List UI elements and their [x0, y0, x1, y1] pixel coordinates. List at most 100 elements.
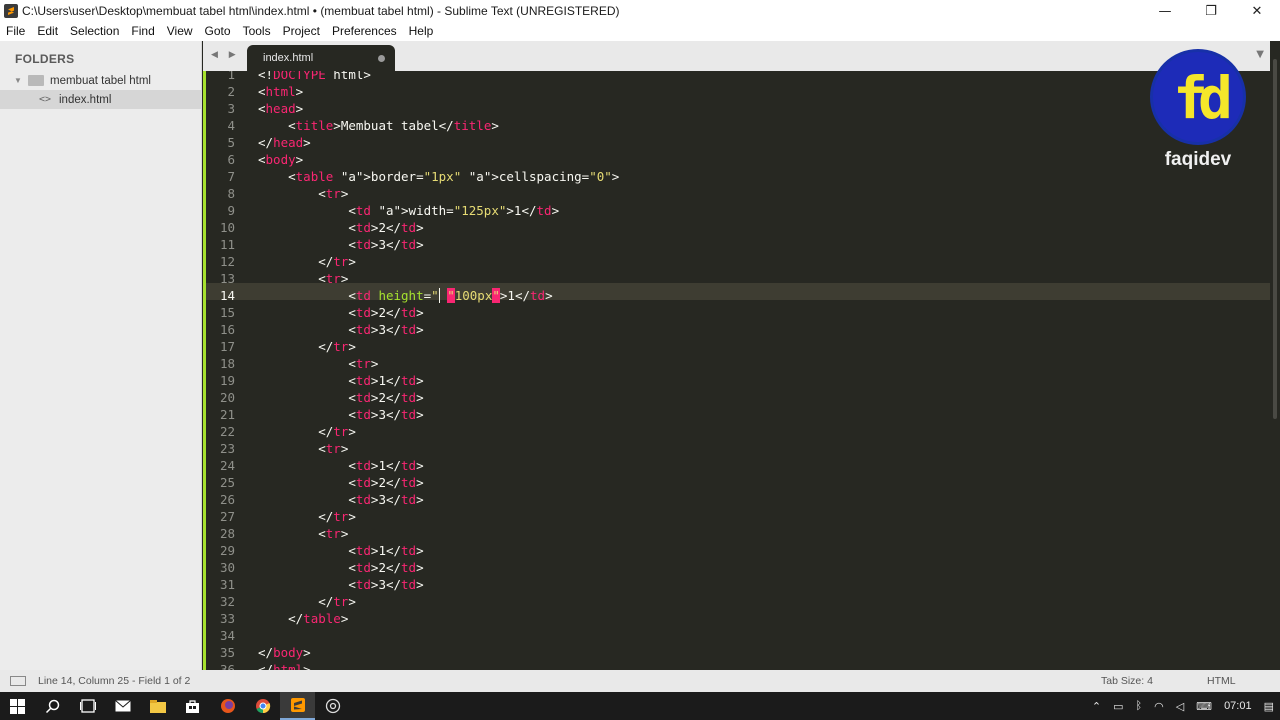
code-line[interactable]: <tr>: [258, 185, 348, 202]
menu-tools[interactable]: Tools: [237, 22, 277, 41]
code-line[interactable]: <body>: [258, 151, 303, 168]
tab-dropdown-icon[interactable]: ▼: [1256, 49, 1264, 60]
code-line[interactable]: <html>: [258, 83, 303, 100]
code-line[interactable]: <td>2</td>: [258, 559, 423, 576]
code-line[interactable]: <head>: [258, 100, 303, 117]
code-line[interactable]: <td>2</td>: [258, 219, 423, 236]
code-line[interactable]: </tr>: [258, 593, 356, 610]
code-line[interactable]: </table>: [258, 610, 348, 627]
line-number: 13: [219, 271, 235, 286]
start-button[interactable]: [0, 692, 35, 720]
sublime-taskbar-icon[interactable]: [280, 692, 315, 720]
close-button[interactable]: ✕: [1234, 0, 1280, 22]
code-line[interactable]: <td>3</td>: [258, 491, 423, 508]
code-line[interactable]: <td>2</td>: [258, 474, 423, 491]
store-icon[interactable]: [175, 692, 210, 720]
line-number: 32: [219, 594, 235, 609]
tab-bar: ◀ ▶ index.html ▼: [203, 41, 1270, 71]
keyboard-icon[interactable]: ⌨: [1196, 700, 1212, 713]
logo-mark: fd: [1173, 64, 1233, 132]
line-number: 17: [219, 339, 235, 354]
code-line[interactable]: <table "a">border="1px" "a">cellspacing=…: [258, 168, 619, 185]
vertical-scrollbar[interactable]: [1270, 41, 1280, 670]
code-line[interactable]: <td>3</td>: [258, 406, 423, 423]
code-line[interactable]: </tr>: [258, 338, 356, 355]
app-icon[interactable]: [315, 692, 350, 720]
menu-find[interactable]: Find: [125, 22, 160, 41]
chevron-up-icon[interactable]: ⌃: [1092, 700, 1101, 713]
line-number: 35: [219, 645, 235, 660]
firefox-icon[interactable]: [210, 692, 245, 720]
disclosure-arrow-icon[interactable]: ▼: [14, 76, 24, 85]
sidebar-folder-item[interactable]: ▼ membuat tabel html: [0, 71, 201, 90]
scrollbar-thumb[interactable]: [1273, 59, 1277, 419]
chrome-icon[interactable]: [245, 692, 280, 720]
tab-index-html[interactable]: index.html: [247, 45, 395, 71]
clock[interactable]: 07:01: [1224, 700, 1252, 712]
code-line[interactable]: </tr>: [258, 508, 356, 525]
panel-toggle-icon[interactable]: [10, 676, 26, 686]
code-line[interactable]: <td>3</td>: [258, 576, 423, 593]
syntax-selector[interactable]: HTML: [1207, 675, 1236, 687]
logo-brand-text: faqidev: [1164, 149, 1232, 170]
menu-goto[interactable]: Goto: [199, 22, 237, 41]
code-line[interactable]: <tr>: [258, 525, 348, 542]
menu-selection[interactable]: Selection: [64, 22, 125, 41]
line-number: 20: [219, 390, 235, 405]
window-controls: — ❐ ✕: [1142, 0, 1280, 22]
menu-edit[interactable]: Edit: [31, 22, 64, 41]
minimize-button[interactable]: —: [1142, 0, 1188, 22]
menu-help[interactable]: Help: [403, 22, 440, 41]
unsaved-dot-icon[interactable]: [378, 55, 385, 62]
battery-icon[interactable]: ▭: [1113, 700, 1123, 713]
code-line[interactable]: <td>2</td>: [258, 304, 423, 321]
code-line[interactable]: <tr>: [258, 270, 348, 287]
mail-icon[interactable]: [105, 692, 140, 720]
volume-icon[interactable]: ◁: [1176, 700, 1184, 713]
code-line[interactable]: <td>3</td>: [258, 236, 423, 253]
task-view-icon[interactable]: [70, 692, 105, 720]
code-line[interactable]: <td>2</td>: [258, 389, 423, 406]
code-line[interactable]: <title>Membuat tabel</title>: [258, 117, 499, 134]
menu-preferences[interactable]: Preferences: [326, 22, 403, 41]
code-line[interactable]: <tr>: [258, 440, 348, 457]
menu-file[interactable]: File: [0, 22, 31, 41]
file-explorer-icon[interactable]: [140, 692, 175, 720]
sidebar: FOLDERS ▼ membuat tabel html <> index.ht…: [0, 41, 202, 670]
menu-project[interactable]: Project: [277, 22, 326, 41]
line-number: 29: [219, 543, 235, 558]
code-editor[interactable]: 1 2 3 4 5 6 7 8 9 10 11 12 13 14 15 16 17 18 19 20 21 22 23 24 2…: [203, 71, 1270, 670]
line-number: 1: [227, 71, 235, 82]
code-line[interactable]: <td height=" "100px">1</td>: [258, 287, 553, 304]
wifi-icon[interactable]: ◠: [1154, 700, 1164, 713]
code-line[interactable]: <td "a">width="125px">1</td>: [258, 202, 559, 219]
code-line[interactable]: <!DOCTYPE html>: [258, 71, 371, 83]
title-bar: C:\Users\user\Desktop\membuat tabel html…: [0, 0, 1280, 22]
bluetooth-icon[interactable]: ᛒ: [1135, 700, 1142, 712]
code-line[interactable]: <tr>: [258, 355, 378, 372]
code-line[interactable]: </head>: [258, 134, 311, 151]
tab-size-selector[interactable]: Tab Size: 4: [1101, 675, 1153, 687]
tab-nav-arrows-icon[interactable]: ◀ ▶: [211, 50, 240, 60]
code-line[interactable]: </body>: [258, 644, 311, 661]
faqidev-logo: fd faqidev: [1150, 49, 1246, 179]
menu-view[interactable]: View: [161, 22, 199, 41]
code-line[interactable]: <td>1</td>: [258, 542, 423, 559]
line-number: 14: [219, 288, 235, 303]
line-number: 22: [219, 424, 235, 439]
tab-label: index.html: [263, 52, 314, 64]
notification-icon[interactable]: ▤: [1264, 700, 1274, 713]
sidebar-file-item[interactable]: <> index.html: [0, 90, 201, 109]
line-number: 6: [227, 152, 235, 167]
search-icon[interactable]: [35, 692, 70, 720]
folder-label: membuat tabel html: [50, 74, 151, 87]
code-line[interactable]: <td>1</td>: [258, 457, 423, 474]
code-line[interactable]: <td>3</td>: [258, 321, 423, 338]
code-line[interactable]: </tr>: [258, 423, 356, 440]
code-line[interactable]: <td>1</td>: [258, 372, 423, 389]
menu-bar: File Edit Selection Find View Goto Tools…: [0, 22, 1280, 41]
maximize-button[interactable]: ❐: [1188, 0, 1234, 22]
code-line[interactable]: </html>: [258, 661, 311, 670]
code-line[interactable]: </tr>: [258, 253, 356, 270]
line-number: 3: [227, 101, 235, 116]
